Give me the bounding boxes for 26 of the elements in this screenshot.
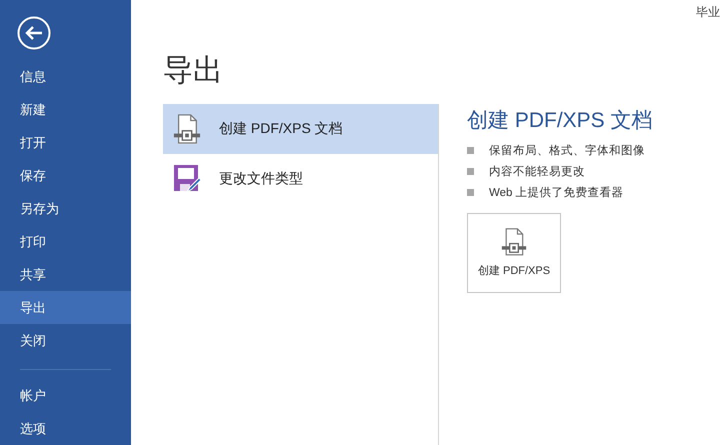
create-pdf-button[interactable]: 创建 PDF/XPS xyxy=(467,213,561,293)
sidebar-item[interactable]: 打开 xyxy=(0,126,131,159)
floppy-pencil-icon xyxy=(173,164,201,194)
page-title: 导出 xyxy=(163,53,224,89)
feature-text: 保留布局、格式、字体和图像 xyxy=(489,143,645,158)
export-option[interactable]: 创建 PDF/XPS 文档 xyxy=(163,104,438,154)
sidebar-item[interactable]: 选项 xyxy=(0,412,131,445)
sidebar-item[interactable]: 帐户 xyxy=(0,379,131,412)
bullet-icon xyxy=(467,189,474,196)
sidebar-item[interactable]: 新建 xyxy=(0,93,131,126)
sidebar-item[interactable]: 共享 xyxy=(0,258,131,291)
bullet-icon xyxy=(467,147,474,154)
sidebar-item[interactable]: 打印 xyxy=(0,225,131,258)
document-title: 毕业 xyxy=(696,4,720,21)
pdf-document-icon xyxy=(501,228,527,257)
detail-title: 创建 PDF/XPS 文档 xyxy=(467,108,653,134)
sidebar-item[interactable]: 保存 xyxy=(0,159,131,192)
sidebar-item[interactable]: 另存为 xyxy=(0,192,131,225)
sidebar-item[interactable]: 关闭 xyxy=(0,324,131,357)
feature-text: Web 上提供了免费查看器 xyxy=(489,186,624,200)
export-option[interactable]: 更改文件类型 xyxy=(163,154,438,204)
feature-text: 内容不能轻易更改 xyxy=(489,164,585,179)
pdf-document-icon xyxy=(173,114,201,144)
sidebar-item[interactable]: 导出 xyxy=(0,291,131,324)
bullet-icon xyxy=(467,168,474,175)
sidebar-item[interactable]: 信息 xyxy=(0,60,131,93)
